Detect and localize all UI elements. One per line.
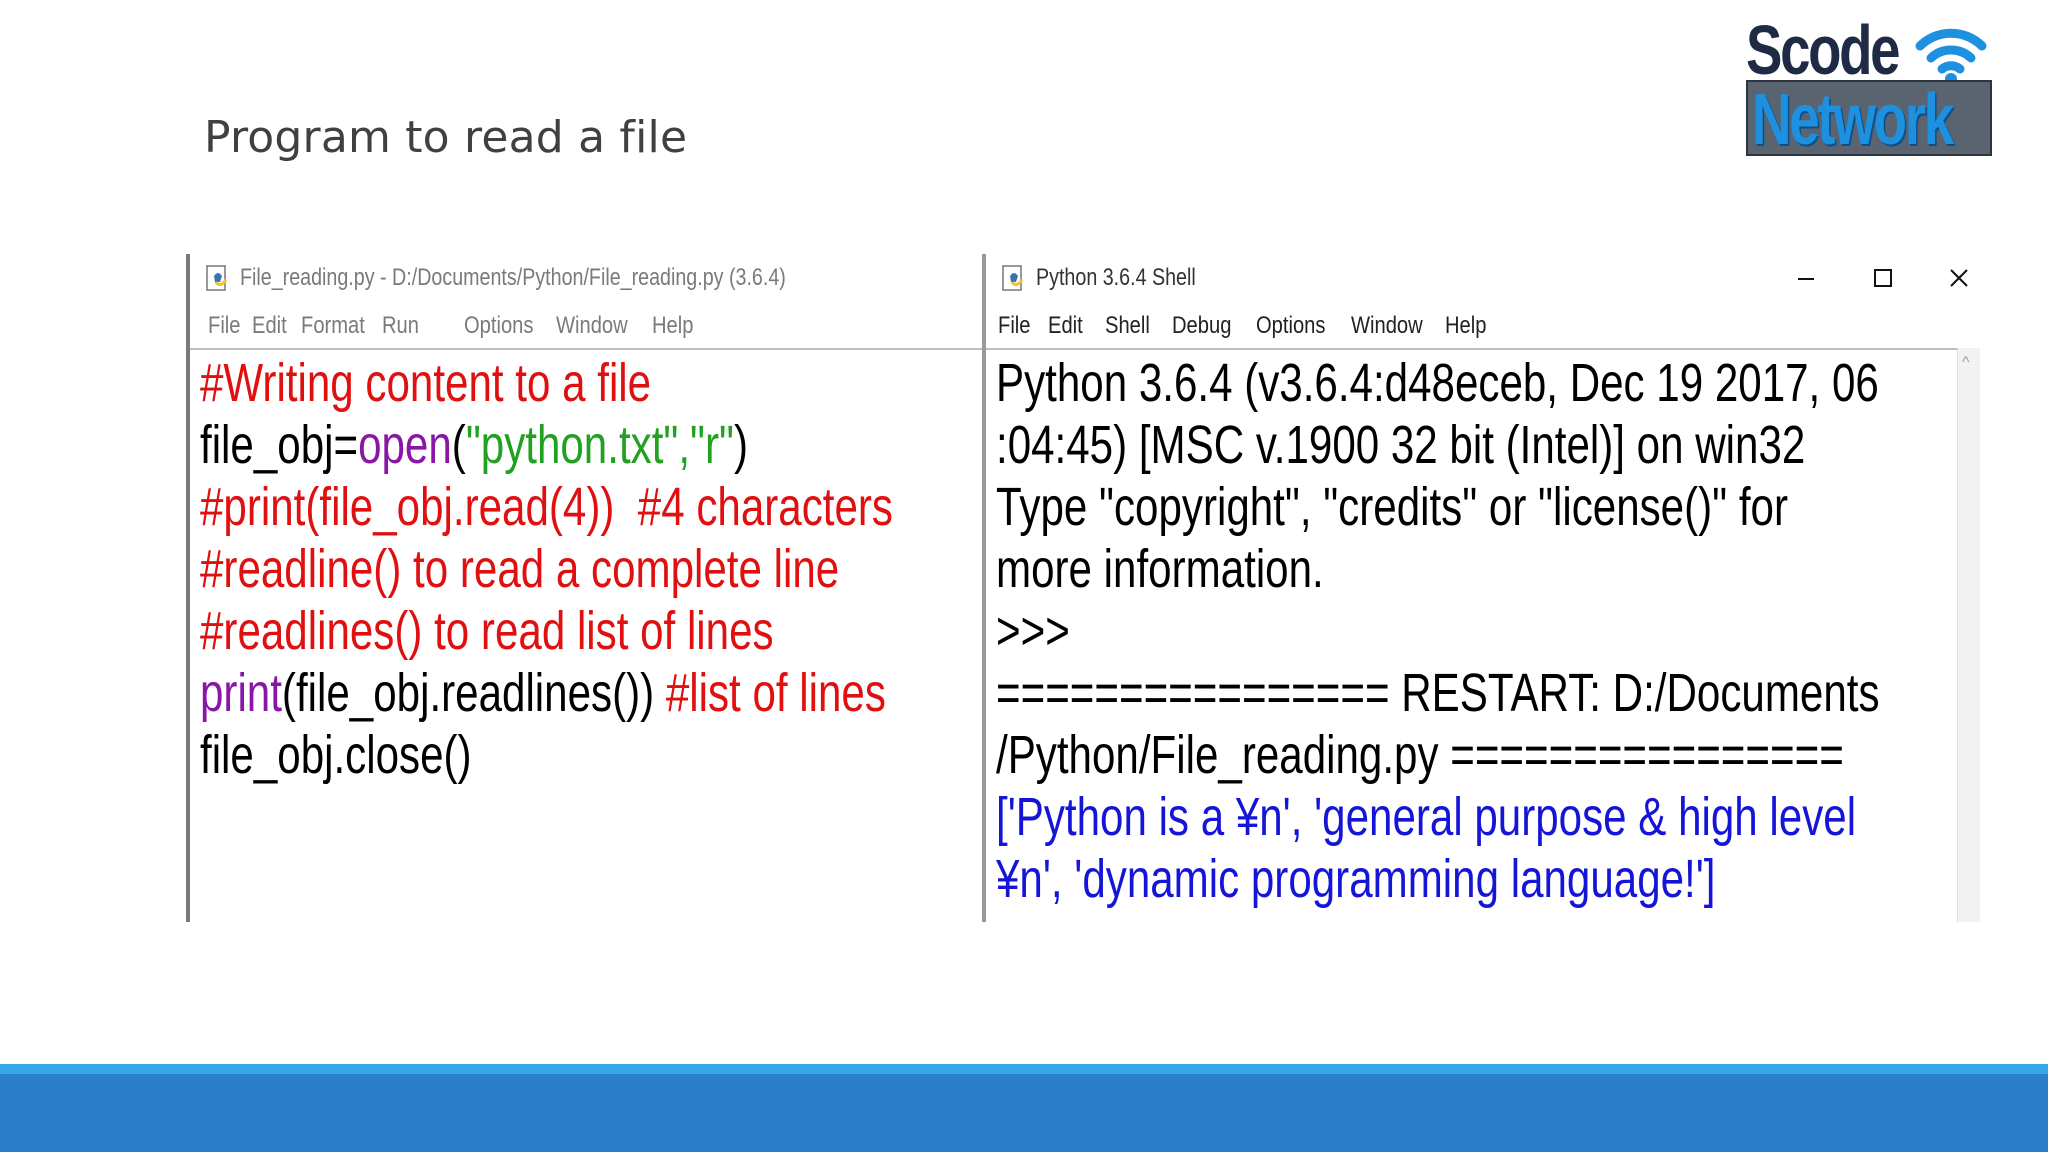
shell-token: :04:45) [MSC v.1900 32 bit (Intel)] on w…: [996, 415, 1806, 475]
editor-line: file_obj=open("python.txt","r"): [200, 414, 810, 476]
shell-menu-help[interactable]: Help: [1445, 312, 1486, 340]
footer-accent-line: [0, 1064, 2048, 1074]
shell-menu-edit[interactable]: Edit: [1048, 312, 1083, 340]
close-icon[interactable]: [1929, 258, 1980, 298]
python-file-icon: [206, 265, 228, 291]
shell-menu-debug[interactable]: Debug: [1172, 312, 1231, 340]
python-shell-icon: [1002, 265, 1024, 291]
editor-token: #list of lines: [665, 663, 886, 723]
editor-menubar: File Edit Format Run Options Window Help: [190, 304, 982, 350]
editor-line: #print(file_obj.read(4)) #4 characters: [200, 476, 893, 538]
editor-token: file_obj=: [200, 415, 359, 475]
scode-network-logo: Scode Network: [1746, 10, 1994, 158]
shell-menu-options[interactable]: Options: [1256, 312, 1325, 340]
editor-line: file_obj.close(): [200, 724, 810, 786]
footer-band: [0, 1074, 2048, 1152]
shell-title: Python 3.6.4 Shell: [1036, 264, 1196, 291]
editor-menu-edit[interactable]: Edit: [252, 312, 287, 340]
scroll-up-icon[interactable]: ^: [1962, 354, 1970, 372]
editor-token: "python.txt","r": [465, 415, 734, 475]
shell-line: ['Python is a ¥n', 'general purpose & hi…: [996, 786, 1856, 848]
logo-text-network: Network: [1752, 80, 1954, 160]
minimize-icon[interactable]: [1776, 258, 1836, 298]
editor-token: file_obj.close(): [200, 725, 472, 785]
editor-line: print(file_obj.readlines()) #list of lin…: [200, 662, 886, 724]
shell-line: /Python/File_reading.py ================: [996, 724, 1844, 786]
shell-output-area[interactable]: Python 3.6.4 (v3.6.4:d48eceb, Dec 19 201…: [996, 352, 1980, 922]
editor-menu-options[interactable]: Options: [464, 312, 533, 340]
slide-title: Program to read a file: [204, 112, 688, 163]
shell-line: ================ RESTART: D:/Documents: [996, 662, 1880, 724]
shell-token: /Python/File_reading.py ================: [996, 725, 1844, 785]
editor-menu-run[interactable]: Run: [382, 312, 419, 340]
shell-menu-shell[interactable]: Shell: [1105, 312, 1150, 340]
shell-line: more information.: [996, 538, 1764, 600]
logo-text-scode: Scode: [1746, 11, 1901, 89]
shell-line: ¥n', 'dynamic programming language!']: [996, 848, 1764, 910]
shell-token: ================ RESTART: D:/Documents: [996, 663, 1880, 723]
maximize-icon[interactable]: [1852, 258, 1912, 298]
shell-token: more information.: [996, 539, 1324, 599]
shell-window: Python 3.6.4 Shell File Edit Shell Debug…: [982, 254, 1980, 922]
editor-code-area[interactable]: #Writing content to a file file_obj=open(…: [200, 352, 982, 786]
editor-menu-help[interactable]: Help: [652, 312, 693, 340]
editor-menu-format[interactable]: Format: [301, 312, 365, 340]
editor-token: ): [733, 415, 749, 475]
editor-token: open: [358, 415, 452, 475]
shell-titlebar: Python 3.6.4 Shell: [986, 254, 1980, 304]
editor-token: (file_obj.readlines()): [281, 663, 666, 723]
editor-token: #print(file_obj.read(4)) #4 characters: [200, 477, 893, 537]
editor-token: #readlines() to read list of lines: [200, 601, 774, 661]
shell-line: Python 3.6.4 (v3.6.4:d48eceb, Dec 19 201…: [996, 352, 1879, 414]
shell-token: Python 3.6.4 (v3.6.4:d48eceb, Dec 19 201…: [996, 353, 1879, 413]
editor-menu-window[interactable]: Window: [556, 312, 628, 340]
editor-token: #readline() to read a complete line: [200, 539, 840, 599]
editor-token: (: [451, 415, 466, 475]
shell-token: >>>: [996, 601, 1070, 661]
shell-line: :04:45) [MSC v.1900 32 bit (Intel)] on w…: [996, 414, 1805, 476]
shell-scrollbar[interactable]: ^: [1957, 348, 1980, 922]
editor-window: File_reading.py - D:/Documents/Python/Fi…: [186, 254, 982, 922]
shell-token: Type "copyright", "credits" or "license(…: [996, 477, 1788, 537]
shell-line: >>>: [996, 600, 1764, 662]
shell-token: >>>: [996, 911, 1070, 922]
editor-token: print: [200, 663, 282, 723]
shell-menu-file[interactable]: File: [998, 312, 1030, 340]
editor-menu-file[interactable]: File: [208, 312, 240, 340]
shell-token: ['Python is a ¥n', 'general purpose & hi…: [996, 787, 1857, 847]
wifi-icon: [1915, 28, 1987, 85]
shell-menubar: File Edit Shell Debug Options Window Hel…: [986, 304, 1980, 350]
shell-line: >>>: [996, 910, 1764, 922]
editor-line: #readline() to read a complete line: [200, 538, 839, 600]
logo-network-box: Network: [1746, 80, 1992, 160]
editor-line: #Writing content to a file: [200, 352, 810, 414]
shell-line: Type "copyright", "credits" or "license(…: [996, 476, 1788, 538]
idle-screenshot: File_reading.py - D:/Documents/Python/Fi…: [186, 254, 1980, 922]
shell-token: ¥n', 'dynamic programming language!']: [996, 849, 1716, 909]
editor-line: #readlines() to read list of lines: [200, 600, 810, 662]
editor-titlebar: File_reading.py - D:/Documents/Python/Fi…: [190, 254, 982, 304]
shell-menu-window[interactable]: Window: [1351, 312, 1423, 340]
editor-title: File_reading.py - D:/Documents/Python/Fi…: [240, 264, 786, 291]
editor-token: #Writing content to a file: [200, 353, 652, 413]
